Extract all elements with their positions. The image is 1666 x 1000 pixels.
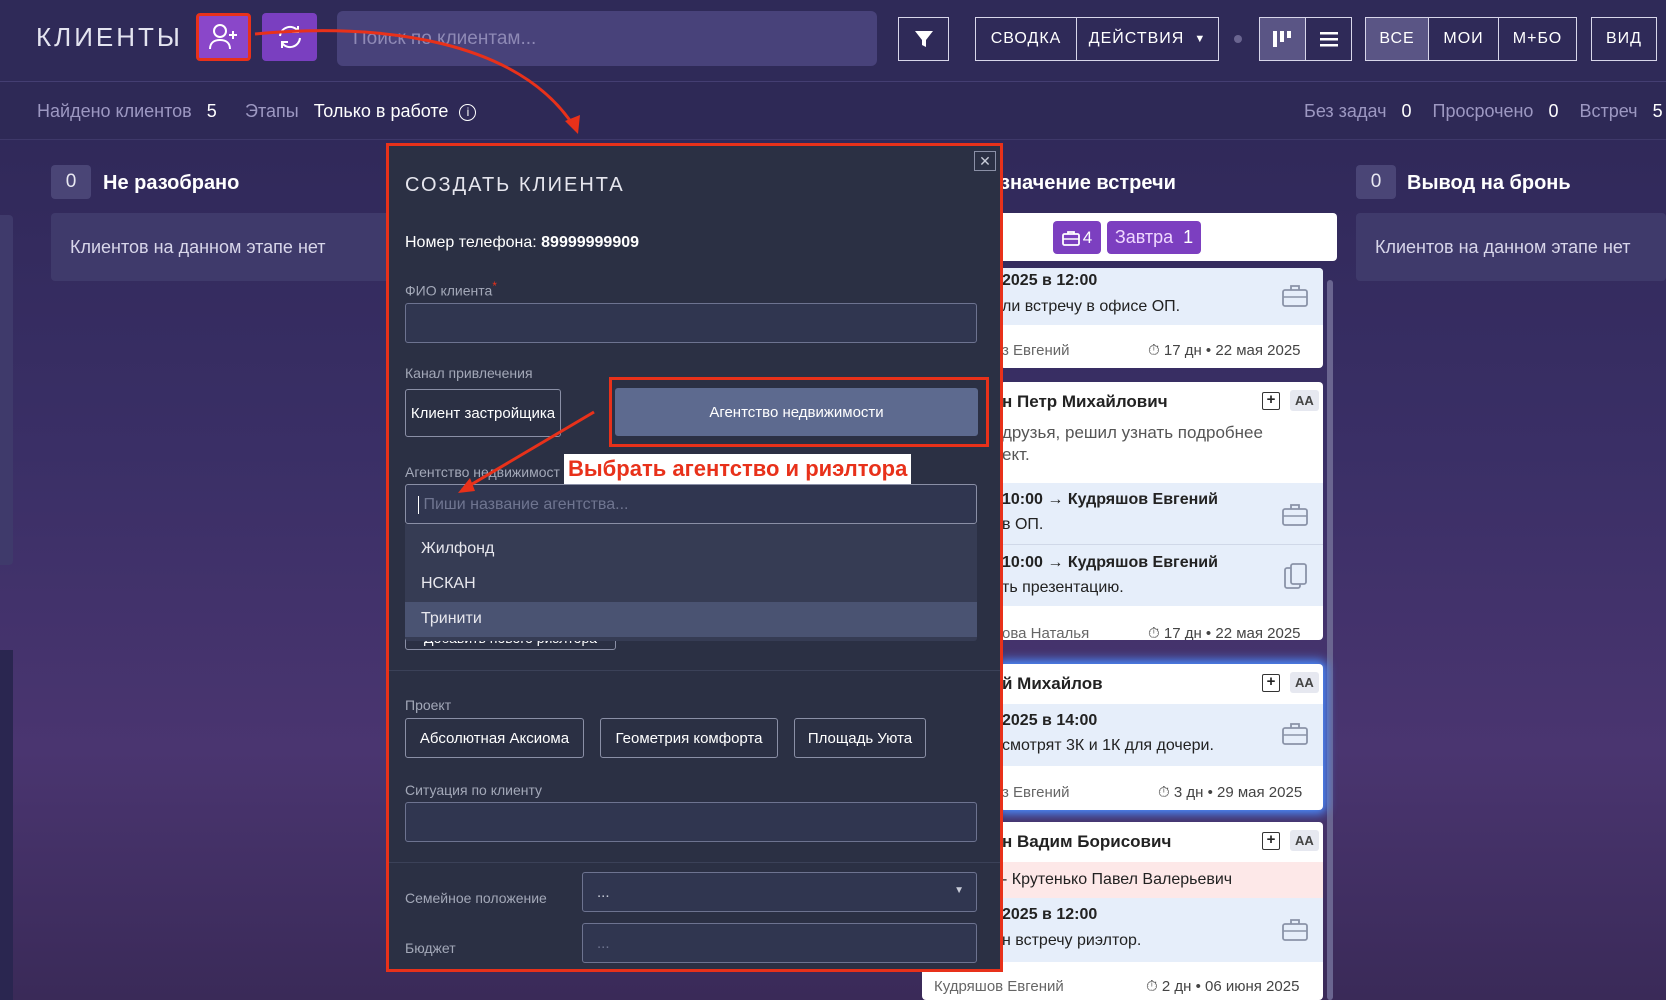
annotation-arrows — [254, 29, 595, 493]
